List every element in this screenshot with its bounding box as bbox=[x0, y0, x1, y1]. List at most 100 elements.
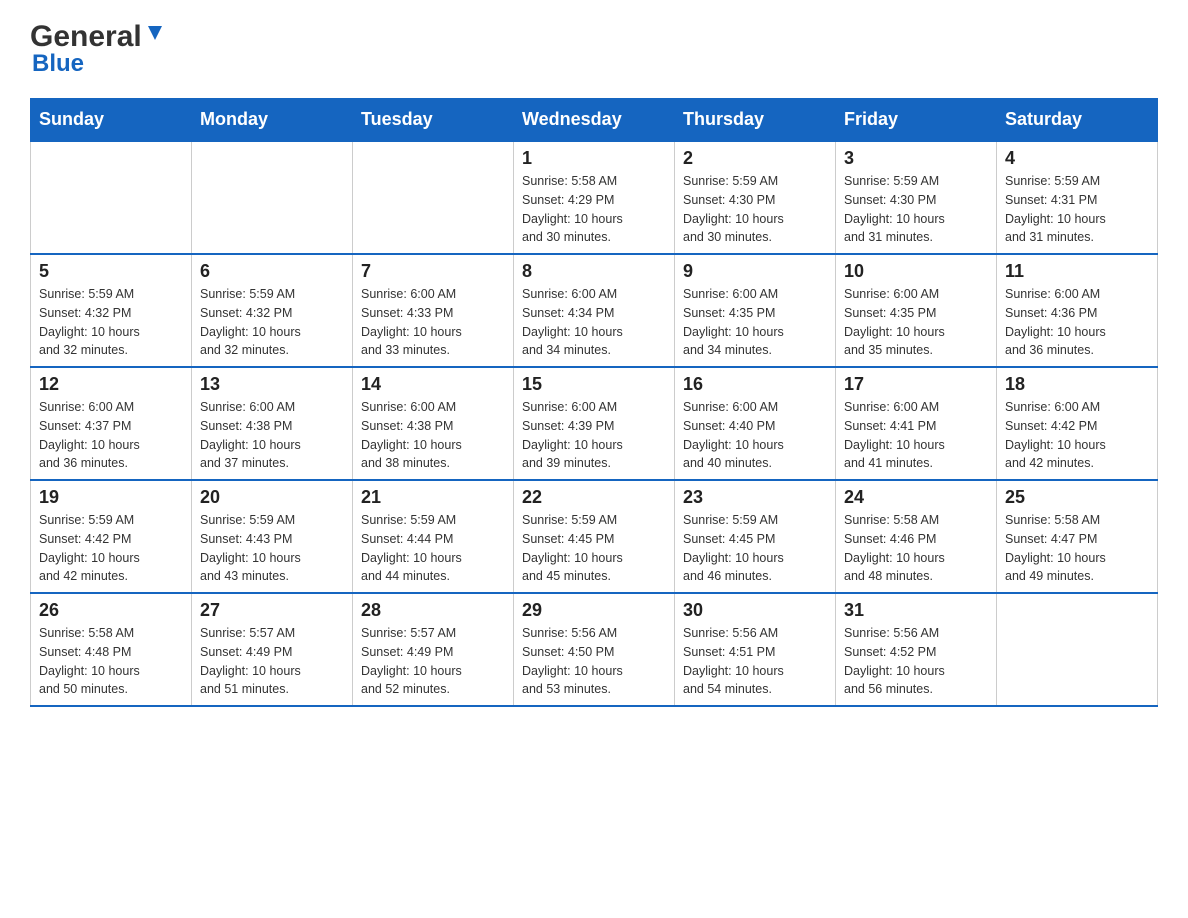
calendar-week-3: 12Sunrise: 6:00 AM Sunset: 4:37 PM Dayli… bbox=[31, 367, 1158, 480]
day-info: Sunrise: 6:00 AM Sunset: 4:34 PM Dayligh… bbox=[522, 285, 666, 360]
day-info: Sunrise: 6:00 AM Sunset: 4:38 PM Dayligh… bbox=[200, 398, 344, 473]
day-number: 7 bbox=[361, 261, 505, 282]
day-info: Sunrise: 5:59 AM Sunset: 4:32 PM Dayligh… bbox=[39, 285, 183, 360]
day-info: Sunrise: 6:00 AM Sunset: 4:39 PM Dayligh… bbox=[522, 398, 666, 473]
day-number: 10 bbox=[844, 261, 988, 282]
calendar-cell bbox=[31, 141, 192, 254]
day-number: 2 bbox=[683, 148, 827, 169]
day-info: Sunrise: 5:59 AM Sunset: 4:32 PM Dayligh… bbox=[200, 285, 344, 360]
calendar-cell: 24Sunrise: 5:58 AM Sunset: 4:46 PM Dayli… bbox=[836, 480, 997, 593]
day-info: Sunrise: 6:00 AM Sunset: 4:33 PM Dayligh… bbox=[361, 285, 505, 360]
day-info: Sunrise: 5:56 AM Sunset: 4:52 PM Dayligh… bbox=[844, 624, 988, 699]
day-info: Sunrise: 5:56 AM Sunset: 4:50 PM Dayligh… bbox=[522, 624, 666, 699]
calendar-cell: 13Sunrise: 6:00 AM Sunset: 4:38 PM Dayli… bbox=[192, 367, 353, 480]
calendar-cell: 30Sunrise: 5:56 AM Sunset: 4:51 PM Dayli… bbox=[675, 593, 836, 706]
calendar-week-2: 5 Sunrise: 5:59 AM Sunset: 4:32 PM Daylig… bbox=[31, 254, 1158, 367]
calendar-cell: 2 Sunrise: 5:59 AM Sunset: 4:30 PM Daylig… bbox=[675, 141, 836, 254]
calendar-cell: 17 Sunrise: 6:00 AM Sunset: 4:41 PM Dayli… bbox=[836, 367, 997, 480]
day-info: Sunrise: 6:00 AM Sunset: 4:38 PM Dayligh… bbox=[361, 398, 505, 473]
day-info: Sunrise: 5:58 AM Sunset: 4:47 PM Dayligh… bbox=[1005, 511, 1149, 586]
calendar-cell bbox=[353, 141, 514, 254]
calendar-cell: 9 Sunrise: 6:00 AM Sunset: 4:35 PM Daylig… bbox=[675, 254, 836, 367]
calendar-cell: 23 Sunrise: 5:59 AM Sunset: 4:45 PM Dayli… bbox=[675, 480, 836, 593]
calendar-cell: 25 Sunrise: 5:58 AM Sunset: 4:47 PM Dayli… bbox=[997, 480, 1158, 593]
day-number: 9 bbox=[683, 261, 827, 282]
calendar-cell: 14 Sunrise: 6:00 AM Sunset: 4:38 PM Dayli… bbox=[353, 367, 514, 480]
day-info: Sunrise: 6:00 AM Sunset: 4:35 PM Dayligh… bbox=[844, 285, 988, 360]
day-number: 24 bbox=[844, 487, 988, 508]
day-number: 4 bbox=[1005, 148, 1149, 169]
calendar-cell: 12Sunrise: 6:00 AM Sunset: 4:37 PM Dayli… bbox=[31, 367, 192, 480]
day-number: 30 bbox=[683, 600, 827, 621]
day-number: 23 bbox=[683, 487, 827, 508]
day-number: 16 bbox=[683, 374, 827, 395]
day-number: 17 bbox=[844, 374, 988, 395]
day-number: 11 bbox=[1005, 261, 1149, 282]
calendar-cell: 10 Sunrise: 6:00 AM Sunset: 4:35 PM Dayli… bbox=[836, 254, 997, 367]
calendar-cell: 22Sunrise: 5:59 AM Sunset: 4:45 PM Dayli… bbox=[514, 480, 675, 593]
day-info: Sunrise: 6:00 AM Sunset: 4:36 PM Dayligh… bbox=[1005, 285, 1149, 360]
weekday-header-row: SundayMondayTuesdayWednesdayThursdayFrid… bbox=[31, 99, 1158, 142]
day-info: Sunrise: 6:00 AM Sunset: 4:42 PM Dayligh… bbox=[1005, 398, 1149, 473]
day-info: Sunrise: 5:59 AM Sunset: 4:30 PM Dayligh… bbox=[683, 172, 827, 247]
calendar-cell: 18 Sunrise: 6:00 AM Sunset: 4:42 PM Dayli… bbox=[997, 367, 1158, 480]
day-info: Sunrise: 6:00 AM Sunset: 4:37 PM Dayligh… bbox=[39, 398, 183, 473]
calendar-cell: 15 Sunrise: 6:00 AM Sunset: 4:39 PM Dayli… bbox=[514, 367, 675, 480]
calendar-cell: 5 Sunrise: 5:59 AM Sunset: 4:32 PM Daylig… bbox=[31, 254, 192, 367]
day-number: 1 bbox=[522, 148, 666, 169]
calendar-cell bbox=[997, 593, 1158, 706]
weekday-header-tuesday: Tuesday bbox=[353, 99, 514, 142]
calendar-cell: 3 Sunrise: 5:59 AM Sunset: 4:30 PM Daylig… bbox=[836, 141, 997, 254]
calendar-cell: 21Sunrise: 5:59 AM Sunset: 4:44 PM Dayli… bbox=[353, 480, 514, 593]
calendar-week-4: 19 Sunrise: 5:59 AM Sunset: 4:42 PM Dayli… bbox=[31, 480, 1158, 593]
weekday-header-saturday: Saturday bbox=[997, 99, 1158, 142]
day-number: 29 bbox=[522, 600, 666, 621]
day-number: 26 bbox=[39, 600, 183, 621]
calendar-cell: 31 Sunrise: 5:56 AM Sunset: 4:52 PM Dayli… bbox=[836, 593, 997, 706]
day-number: 31 bbox=[844, 600, 988, 621]
weekday-header-sunday: Sunday bbox=[31, 99, 192, 142]
day-number: 6 bbox=[200, 261, 344, 282]
calendar-cell: 6 Sunrise: 5:59 AM Sunset: 4:32 PM Daylig… bbox=[192, 254, 353, 367]
page-header: General Blue bbox=[30, 20, 1158, 78]
day-number: 27 bbox=[200, 600, 344, 621]
weekday-header-thursday: Thursday bbox=[675, 99, 836, 142]
day-info: Sunrise: 5:59 AM Sunset: 4:45 PM Dayligh… bbox=[522, 511, 666, 586]
day-number: 19 bbox=[39, 487, 183, 508]
day-info: Sunrise: 5:59 AM Sunset: 4:42 PM Dayligh… bbox=[39, 511, 183, 586]
calendar-cell: 28Sunrise: 5:57 AM Sunset: 4:49 PM Dayli… bbox=[353, 593, 514, 706]
logo-general-text: General bbox=[30, 20, 142, 54]
day-number: 18 bbox=[1005, 374, 1149, 395]
calendar-week-1: 1 Sunrise: 5:58 AM Sunset: 4:29 PM Daylig… bbox=[31, 141, 1158, 254]
calendar-cell: 29 Sunrise: 5:56 AM Sunset: 4:50 PM Dayli… bbox=[514, 593, 675, 706]
day-info: Sunrise: 6:00 AM Sunset: 4:41 PM Dayligh… bbox=[844, 398, 988, 473]
day-info: Sunrise: 5:58 AM Sunset: 4:29 PM Dayligh… bbox=[522, 172, 666, 247]
day-number: 3 bbox=[844, 148, 988, 169]
day-number: 5 bbox=[39, 261, 183, 282]
weekday-header-wednesday: Wednesday bbox=[514, 99, 675, 142]
weekday-header-friday: Friday bbox=[836, 99, 997, 142]
calendar-cell: 7 Sunrise: 6:00 AM Sunset: 4:33 PM Daylig… bbox=[353, 254, 514, 367]
day-info: Sunrise: 5:59 AM Sunset: 4:31 PM Dayligh… bbox=[1005, 172, 1149, 247]
day-info: Sunrise: 5:59 AM Sunset: 4:45 PM Dayligh… bbox=[683, 511, 827, 586]
calendar-cell: 11 Sunrise: 6:00 AM Sunset: 4:36 PM Dayli… bbox=[997, 254, 1158, 367]
day-info: Sunrise: 5:57 AM Sunset: 4:49 PM Dayligh… bbox=[200, 624, 344, 699]
day-info: Sunrise: 5:59 AM Sunset: 4:43 PM Dayligh… bbox=[200, 511, 344, 586]
day-number: 25 bbox=[1005, 487, 1149, 508]
day-info: Sunrise: 5:57 AM Sunset: 4:49 PM Dayligh… bbox=[361, 624, 505, 699]
calendar-cell: 1 Sunrise: 5:58 AM Sunset: 4:29 PM Daylig… bbox=[514, 141, 675, 254]
calendar-week-5: 26 Sunrise: 5:58 AM Sunset: 4:48 PM Dayli… bbox=[31, 593, 1158, 706]
day-info: Sunrise: 6:00 AM Sunset: 4:35 PM Dayligh… bbox=[683, 285, 827, 360]
day-info: Sunrise: 5:58 AM Sunset: 4:48 PM Dayligh… bbox=[39, 624, 183, 699]
logo: General Blue bbox=[30, 20, 166, 78]
logo-blue-text: Blue bbox=[30, 50, 84, 78]
logo-triangle-icon bbox=[144, 22, 166, 44]
calendar-cell bbox=[192, 141, 353, 254]
day-info: Sunrise: 5:59 AM Sunset: 4:30 PM Dayligh… bbox=[844, 172, 988, 247]
day-number: 15 bbox=[522, 374, 666, 395]
calendar-table: SundayMondayTuesdayWednesdayThursdayFrid… bbox=[30, 98, 1158, 707]
day-info: Sunrise: 6:00 AM Sunset: 4:40 PM Dayligh… bbox=[683, 398, 827, 473]
calendar-cell: 8Sunrise: 6:00 AM Sunset: 4:34 PM Daylig… bbox=[514, 254, 675, 367]
day-number: 14 bbox=[361, 374, 505, 395]
calendar-cell: 26 Sunrise: 5:58 AM Sunset: 4:48 PM Dayli… bbox=[31, 593, 192, 706]
